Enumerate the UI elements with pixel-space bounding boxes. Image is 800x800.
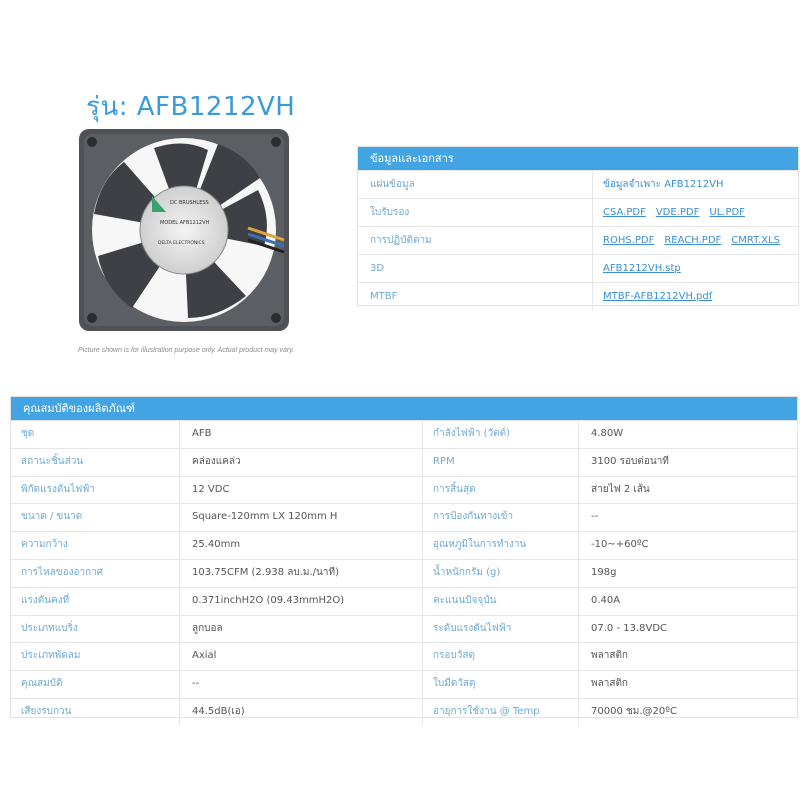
property-label: การไหลของอากาศ — [21, 566, 104, 578]
property-label: ชุด — [21, 428, 35, 439]
property-value: พลาสติก — [578, 643, 797, 671]
documents-row: แผ่นข้อมูล ข้อมูลจำเพาะ AFB1212VH — [358, 170, 798, 198]
property-label: RPM — [422, 448, 578, 476]
properties-row: ขนาด / ขนาด Square-120mm LX 120mm H การป้อ… — [11, 503, 797, 532]
property-label: กำลังไฟฟ้า (วัตต์) — [422, 421, 578, 448]
documents-row-value: ข้อมูลจำเพาะ AFB1212VH — [592, 171, 798, 198]
property-label: เสียงรบกวน — [21, 705, 72, 717]
property-label: คะแนนปัจจุบัน — [422, 587, 578, 615]
documents-row-value: ROHS.PDF REACH.PDF CMRT.XLS — [592, 227, 798, 254]
property-value: 44.5dB(เอ) — [179, 698, 422, 726]
property-label: น้ำหนักกรัม (g) — [422, 559, 578, 587]
property-value: 07.0 - 13.8VDC — [578, 615, 797, 643]
property-value: 3100 รอบต่อนาที — [578, 448, 797, 476]
property-value: 70000 ชม.@20ºC — [578, 698, 797, 726]
property-value: 0.40A — [578, 587, 797, 615]
property-label: ใบมีดวัสดุ — [422, 671, 578, 698]
property-label: อุณหภูมิในการทำงาน — [422, 532, 578, 559]
document-text: ข้อมูลจำเพาะ AFB1212VH — [603, 179, 724, 190]
document-link[interactable]: CMRT.XLS — [731, 235, 780, 246]
property-label: ระดับแรงดันไฟฟ้า — [422, 615, 578, 643]
property-label: ความกว้าง — [21, 539, 68, 551]
properties-row: คุณสมบัติ -- ใบมีดวัสดุ พลาสติก — [11, 670, 797, 698]
documents-row: ใบรับรอง CSA.PDF VDE.PDF UL.PDF — [358, 198, 798, 226]
documents-row: การปฏิบัติตาม ROHS.PDF REACH.PDF CMRT.XLS — [358, 226, 798, 254]
properties-header: คุณสมบัติของผลิตภัณฑ์ — [11, 397, 797, 420]
document-link[interactable]: ROHS.PDF — [603, 235, 654, 246]
property-value: -- — [179, 671, 422, 698]
property-value: Square-120mm LX 120mm H — [179, 504, 422, 532]
properties-row: สถานะชิ้นส่วน คล่องแคล่ว RPM 3100 รอบต่อนาท… — [11, 447, 797, 476]
property-label: ประเภทพัดลม — [21, 650, 81, 662]
property-value: 198g — [578, 559, 797, 587]
property-label: กรอบวัสดุ — [422, 643, 578, 671]
product-title: รุ่น: AFB1212VH — [86, 92, 296, 122]
document-link[interactable]: VDE.PDF — [656, 207, 700, 218]
documents-row-label: MTBF — [370, 291, 398, 302]
document-link[interactable]: MTBF-AFB1212VH.pdf — [603, 291, 712, 302]
property-value: คล่องแคล่ว — [179, 448, 422, 476]
property-value: -10~+60ºC — [578, 532, 797, 559]
fan-label-line: DC BRUSHLESS — [170, 200, 209, 206]
property-value: สายไฟ 2 เส้น — [578, 476, 797, 504]
fan-label-line: DELTA ELECTRONICS — [158, 240, 205, 246]
properties-row: ประเภทแบริ่ง ลูกบอล ระดับแรงดันไฟฟ้า 07.0 -… — [11, 614, 797, 643]
properties-row: ชุด AFB กำลังไฟฟ้า (วัตต์) 4.80W — [11, 420, 797, 448]
image-disclaimer: Picture shown is for illustration purpos… — [78, 347, 295, 354]
property-value: 4.80W — [578, 421, 797, 448]
property-label: สถานะชิ้นส่วน — [21, 455, 84, 467]
property-label: อายุการใช้งาน @ Temp — [422, 698, 578, 726]
document-link[interactable]: AFB1212VH.stp — [603, 263, 681, 274]
fan-label-line: MODEL AFB1212VH — [160, 220, 210, 226]
properties-row: การไหลของอากาศ 103.75CFM (2.938 ลบ.ม./นาท… — [11, 558, 797, 587]
documents-row-label: ใบรับรอง — [370, 207, 410, 218]
property-label: แรงดันคงที่ — [21, 594, 70, 606]
properties-row: ความกว้าง 25.40mm อุณหภูมิในการทำงาน -10~+6… — [11, 531, 797, 559]
fan-drawing: DC BRUSHLESS MODEL AFB1212VH DELTA ELECT… — [79, 129, 289, 331]
property-label: ขนาด / ขนาด — [21, 511, 83, 523]
properties-panel: คุณสมบัติของผลิตภัณฑ์ ชุด AFB กำลังไฟฟ้า (… — [10, 396, 798, 726]
property-label: คุณสมบัติ — [21, 678, 63, 690]
documents-panel: ข้อมูลและเอกสาร แผ่นข้อมูล ข้อมูลจำเพาะ A… — [357, 146, 799, 310]
document-link[interactable]: CSA.PDF — [603, 207, 646, 218]
documents-table: แผ่นข้อมูล ข้อมูลจำเพาะ AFB1212VH ใบรับรอง… — [358, 170, 798, 310]
property-label: การสิ้นสุด — [422, 476, 578, 504]
documents-header: ข้อมูลและเอกสาร — [358, 147, 798, 170]
property-value: 25.40mm — [179, 532, 422, 559]
documents-row-value: CSA.PDF VDE.PDF UL.PDF — [592, 199, 798, 226]
property-value: Axial — [179, 643, 422, 671]
property-label: พิกัดแรงดันไฟฟ้า — [21, 483, 95, 495]
documents-row-value: AFB1212VH.stp — [592, 255, 798, 282]
properties-row: แรงดันคงที่ 0.371inchH2O (09.43mmH2O) คะแน… — [11, 586, 797, 615]
documents-row: 3D AFB1212VH.stp — [358, 254, 798, 282]
fan-image: DC BRUSHLESS MODEL AFB1212VH DELTA ELECT… — [78, 128, 290, 332]
documents-row-value: MTBF-AFB1212VH.pdf — [592, 283, 798, 310]
property-value: -- — [578, 504, 797, 532]
properties-row: พิกัดแรงดันไฟฟ้า 12 VDC การสิ้นสุด สายไฟ 2 … — [11, 475, 797, 504]
document-link[interactable]: UL.PDF — [709, 207, 745, 218]
property-value: พลาสติก — [578, 671, 797, 698]
documents-row-label: 3D — [370, 263, 385, 274]
document-link[interactable]: REACH.PDF — [664, 235, 721, 246]
property-label: การป้องกันทางเข้า — [422, 504, 578, 532]
property-value: 0.371inchH2O (09.43mmH2O) — [179, 587, 422, 615]
property-value: 103.75CFM (2.938 ลบ.ม./นาที) — [179, 559, 422, 587]
documents-row-label: แผ่นข้อมูล — [370, 179, 415, 190]
properties-table: ชุด AFB กำลังไฟฟ้า (วัตต์) 4.80W สถานะชิ้นส่… — [11, 420, 797, 726]
documents-row-label: การปฏิบัติตาม — [370, 235, 432, 246]
property-label: ประเภทแบริ่ง — [21, 622, 78, 634]
documents-row: MTBF MTBF-AFB1212VH.pdf — [358, 282, 798, 310]
properties-row: ประเภทพัดลม Axial กรอบวัสดุ พลาสติก — [11, 642, 797, 671]
property-value: AFB — [179, 421, 422, 448]
properties-row: เสียงรบกวน 44.5dB(เอ) อายุการใช้งาน @ Temp… — [11, 697, 797, 726]
property-value: 12 VDC — [179, 476, 422, 504]
property-value: ลูกบอล — [179, 615, 422, 643]
